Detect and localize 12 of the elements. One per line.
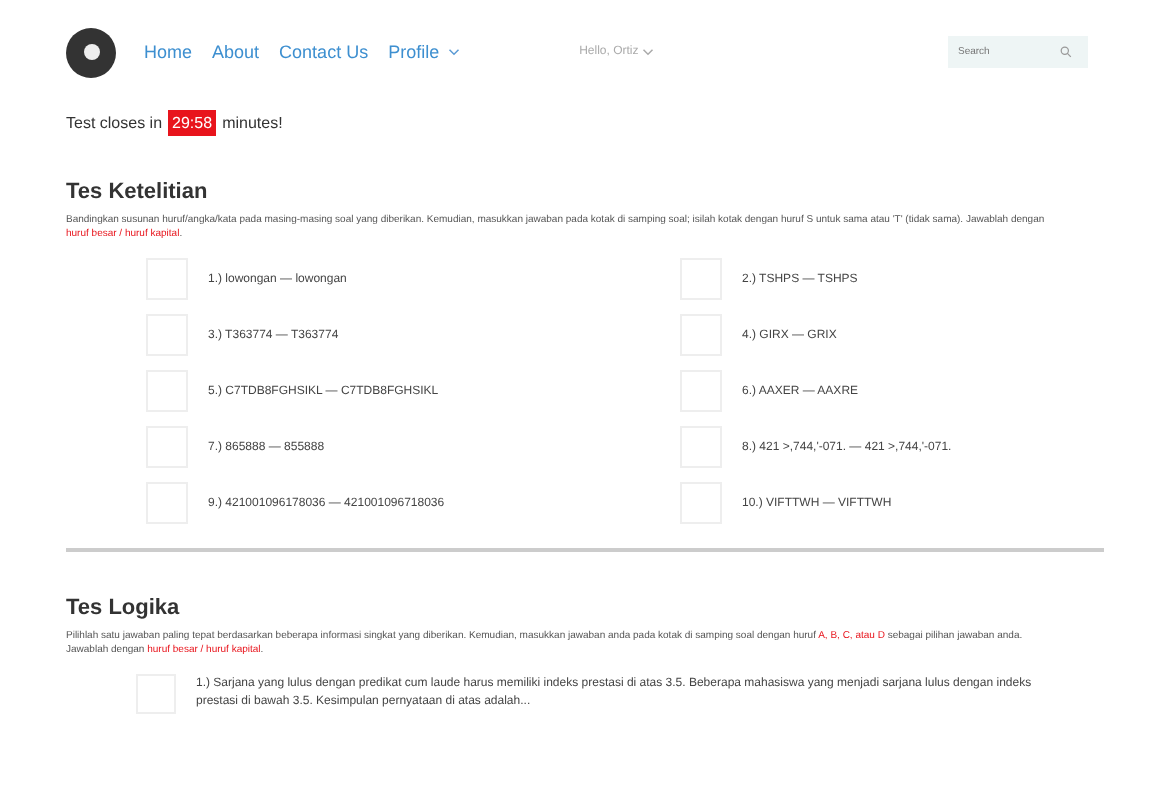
- search-icon: [1060, 46, 1072, 58]
- logo-icon[interactable]: [66, 27, 116, 77]
- nav-link[interactable]: Contact Us: [279, 42, 369, 62]
- section-title: Tes Logika: [66, 596, 182, 620]
- nav-link[interactable]: About: [212, 42, 260, 62]
- nav-link[interactable]: Profile: [388, 42, 460, 62]
- timer-text: minutes!: [222, 114, 283, 132]
- section-title: Tes Ketelitian: [66, 180, 210, 204]
- timer-text: Test closes in: [66, 114, 163, 132]
- caret-icon: [642, 48, 655, 56]
- nav-link[interactable]: Home: [144, 42, 193, 62]
- countdown-badge: 29:58: [168, 110, 217, 136]
